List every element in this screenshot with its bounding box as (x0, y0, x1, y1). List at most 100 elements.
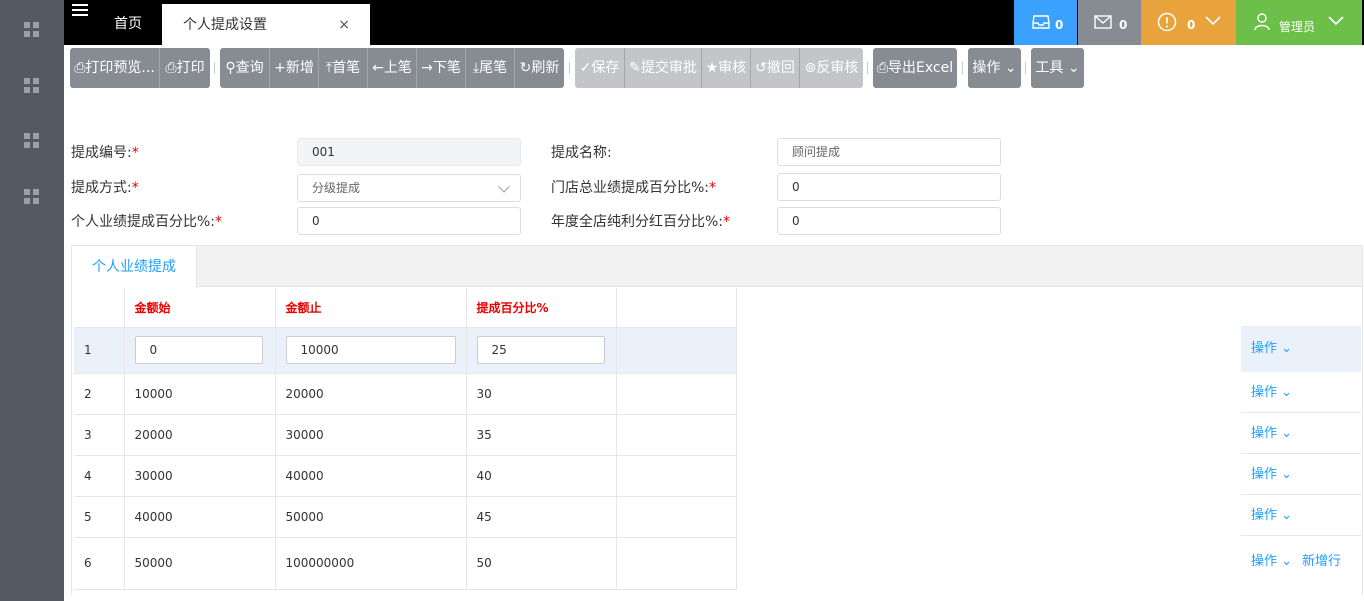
code-label: 提成编号:* (71, 145, 139, 161)
query-button[interactable]: ⚲查询 (220, 48, 270, 88)
sidebar (0, 0, 64, 601)
empty-cell (616, 327, 737, 374)
amount-to-cell[interactable]: 20000 (275, 373, 467, 415)
percent-cell[interactable]: 30 (466, 373, 617, 415)
alert-button[interactable]: 0 (1141, 0, 1236, 45)
annual-pct-field[interactable]: 0 (777, 207, 1001, 235)
percent-cell[interactable]: 40 (466, 455, 617, 497)
row-operate-button[interactable]: 操作 ⌄ (1241, 454, 1361, 495)
next-record-button[interactable]: →下笔 (417, 48, 466, 88)
operate-dropdown[interactable]: 操作 ⌄ (968, 48, 1021, 88)
apps-icon[interactable] (24, 133, 40, 149)
inbox-icon (1032, 15, 1050, 29)
empty-cell (616, 455, 737, 497)
column-header: 金额始 (124, 288, 276, 328)
row-operate-button[interactable]: 操作 ⌄ 新增行 (1241, 536, 1361, 588)
print-preview-button[interactable]: ⎙打印预览... (70, 48, 160, 88)
tools-dropdown[interactable]: 工具 ⌄ (1031, 48, 1084, 88)
operate-label: 操作 (972, 60, 1001, 76)
amount-from-cell[interactable]: 10000 (124, 373, 276, 415)
empty-cell (616, 496, 737, 538)
export-excel-button[interactable]: ⎙导出Excel (873, 48, 957, 88)
apps-icon[interactable] (24, 78, 40, 94)
chevron-down-icon (498, 181, 510, 193)
refresh-button[interactable]: ↻刷新 (515, 48, 564, 88)
save-button[interactable]: ✓保存 (575, 48, 625, 88)
first-record-button[interactable]: ⤒首笔 (319, 48, 368, 88)
close-icon[interactable]: × (338, 4, 350, 46)
amount-from-cell[interactable]: 40000 (124, 496, 276, 538)
percent-input[interactable]: 25 (476, 336, 605, 364)
separator (1025, 62, 1026, 74)
row-operate-button[interactable]: 操作 ⌄ (1241, 326, 1361, 372)
empty-cell (616, 414, 737, 456)
last-record-button[interactable]: ⤓尾笔 (466, 48, 515, 88)
mail-button[interactable]: 0 (1078, 0, 1141, 45)
name-label: 提成名称: (551, 145, 612, 161)
table-row[interactable]: 5 40000 50000 45 (74, 496, 737, 538)
percent-cell[interactable]: 45 (466, 496, 617, 538)
revoke-label: 撤回 (766, 60, 795, 76)
tab-personal-commission[interactable]: 个人提成设置 × (162, 4, 370, 45)
tab-label: 个人提成设置 (183, 17, 267, 33)
amount-to-cell[interactable]: 40000 (275, 455, 467, 497)
tab-personal-performance[interactable]: 个人业绩提成 (72, 246, 197, 288)
amount-from-input[interactable]: 0 (134, 336, 263, 364)
row-number: 6 (74, 537, 125, 590)
amount-from-cell[interactable]: 30000 (124, 455, 276, 497)
percent-cell[interactable]: 35 (466, 414, 617, 456)
store-pct-label: 门店总业绩提成百分比%:* (551, 180, 717, 196)
apps-icon[interactable] (24, 189, 40, 205)
code-field[interactable]: 001 (297, 138, 521, 166)
row-operate-button[interactable]: 操作 ⌄ (1241, 372, 1361, 413)
store-pct-field[interactable]: 0 (777, 173, 1001, 201)
prev-record-button[interactable]: ←上笔 (368, 48, 417, 88)
last-label: 尾笔 (479, 60, 508, 76)
add-label: 新增 (285, 60, 314, 76)
detail-panel: 个人业绩提成 金额始 金额止 提成百分比% 1 0 10000 25 2 100… (71, 245, 1363, 595)
apps-icon[interactable] (24, 22, 40, 38)
column-header: 金额止 (275, 288, 467, 328)
mail-count: 0 (1119, 18, 1128, 32)
print-button[interactable]: ⎙打印 (160, 48, 210, 88)
amount-to-cell[interactable]: 100000000 (275, 537, 467, 590)
submit-approval-button[interactable]: ✎提交审批 (625, 48, 702, 88)
unapprove-button[interactable]: ⊚反审核 (800, 48, 863, 88)
amount-to-cell[interactable]: 30000 (275, 414, 467, 456)
table-row[interactable]: 6 50000 100000000 50 (74, 537, 737, 590)
row-number: 5 (74, 496, 125, 538)
notification-button[interactable]: 0 (1014, 0, 1077, 45)
approve-button[interactable]: ★审核 (702, 48, 751, 88)
column-header: 提成百分比% (466, 288, 617, 328)
separator (569, 62, 570, 74)
tab-home[interactable]: 首页 (94, 0, 162, 45)
method-value: 分级提成 (312, 181, 361, 195)
add-button[interactable]: +新增 (270, 48, 319, 88)
table-header: 金额始 金额止 提成百分比% (74, 288, 737, 328)
row-number-header (74, 288, 125, 328)
amount-from-cell[interactable]: 50000 (124, 537, 276, 590)
method-select[interactable]: 分级提成 (297, 174, 521, 202)
percent-cell[interactable]: 50 (466, 537, 617, 590)
row-operate-button[interactable]: 操作 ⌄ (1241, 495, 1361, 536)
table-row[interactable]: 1 0 10000 25 (74, 327, 737, 374)
menu-icon[interactable] (72, 4, 88, 18)
commission-table: 金额始 金额止 提成百分比% 1 0 10000 25 2 10000 2000… (74, 288, 737, 590)
revoke-button[interactable]: ↺撤回 (751, 48, 800, 88)
amount-to-cell[interactable]: 50000 (275, 496, 467, 538)
amount-from-cell[interactable]: 20000 (124, 414, 276, 456)
amount-to-input[interactable]: 10000 (285, 336, 456, 364)
name-field[interactable]: 顾问提成 (777, 138, 1001, 166)
unapprove-label: 反审核 (816, 60, 859, 76)
first-label: 首笔 (332, 60, 361, 76)
separator (867, 62, 868, 74)
personal-pct-field[interactable]: 0 (297, 207, 521, 235)
row-operate-button[interactable]: 操作 ⌄ (1241, 413, 1361, 454)
user-menu[interactable]: 管理员 (1236, 0, 1362, 45)
add-row-button[interactable]: 新增行 (1302, 554, 1341, 569)
table-row[interactable]: 4 30000 40000 40 (74, 455, 737, 497)
separator (962, 62, 963, 74)
table-row[interactable]: 2 10000 20000 30 (74, 373, 737, 415)
table-row[interactable]: 3 20000 30000 35 (74, 414, 737, 456)
notification-count: 0 (1055, 18, 1064, 32)
